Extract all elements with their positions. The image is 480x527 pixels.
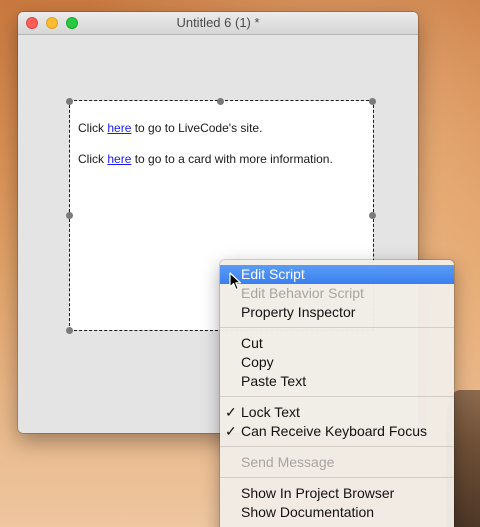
- menu-item-label: Paste Text: [241, 373, 307, 389]
- mouse-pointer-icon: [229, 272, 242, 291]
- checkmark-icon: ✓: [225, 423, 237, 439]
- field-line-1: Click here to go to LiveCode's site.: [78, 121, 262, 135]
- menu-item-label: Show Documentation: [241, 504, 375, 520]
- field-line-1-suffix: to go to LiveCode's site.: [131, 121, 263, 135]
- resize-handle-bottom-left[interactable]: [66, 327, 73, 334]
- livecode-site-link[interactable]: here: [107, 121, 131, 135]
- menu-item-label: Can Receive Keyboard Focus: [241, 423, 427, 439]
- menu-separator: [220, 396, 454, 397]
- menu-item-property-inspector[interactable]: Property Inspector: [220, 303, 454, 322]
- menu-item-edit-script[interactable]: Edit Script: [220, 265, 454, 284]
- menu-item-copy[interactable]: Copy: [220, 353, 454, 372]
- menu-item-can-receive-keyboard-focus[interactable]: ✓ Can Receive Keyboard Focus: [220, 422, 454, 441]
- field-line-2-suffix: to go to a card with more information.: [131, 152, 333, 166]
- menu-item-label: Lock Text: [241, 404, 300, 420]
- menu-item-label: Copy: [241, 354, 274, 370]
- resize-handle-top-left[interactable]: [66, 98, 73, 105]
- menu-separator: [220, 446, 454, 447]
- info-card-link[interactable]: here: [107, 152, 131, 166]
- resize-handle-middle-right[interactable]: [369, 212, 376, 219]
- window-title: Untitled 6 (1) *: [176, 15, 260, 30]
- field-line-2-prefix: Click: [78, 152, 108, 166]
- desktop-background: Untitled 6 (1) * Click here to go to Liv…: [0, 0, 480, 527]
- menu-item-show-documentation[interactable]: Show Documentation: [220, 503, 454, 522]
- menu-item-show-in-project-browser[interactable]: Show In Project Browser: [220, 484, 454, 503]
- menu-separator: [220, 477, 454, 478]
- field-line-2: Click here to go to a card with more inf…: [78, 152, 333, 166]
- menu-separator: [220, 327, 454, 328]
- resize-handle-top-center[interactable]: [217, 98, 224, 105]
- menu-item-label: Property Inspector: [241, 304, 356, 320]
- menu-item-label: Edit Behavior Script: [241, 285, 364, 301]
- title-bar[interactable]: Untitled 6 (1) *: [18, 12, 418, 35]
- menu-item-edit-behavior-script: Edit Behavior Script: [220, 284, 454, 303]
- menu-item-paste-text[interactable]: Paste Text: [220, 372, 454, 391]
- context-menu: Edit Script Edit Behavior Script Propert…: [220, 260, 454, 527]
- menu-item-lock-text[interactable]: ✓ Lock Text: [220, 403, 454, 422]
- resize-handle-top-right[interactable]: [369, 98, 376, 105]
- checkmark-icon: ✓: [225, 404, 237, 420]
- menu-item-label: Send Message: [241, 454, 335, 470]
- menu-item-label: Cut: [241, 335, 263, 351]
- menu-item-send-message: Send Message: [220, 453, 454, 472]
- menu-item-label: Edit Script: [241, 266, 305, 282]
- resize-handle-middle-left[interactable]: [66, 212, 73, 219]
- menu-item-label: Show In Project Browser: [241, 485, 395, 501]
- menu-item-cut[interactable]: Cut: [220, 334, 454, 353]
- field-line-1-prefix: Click: [78, 121, 108, 135]
